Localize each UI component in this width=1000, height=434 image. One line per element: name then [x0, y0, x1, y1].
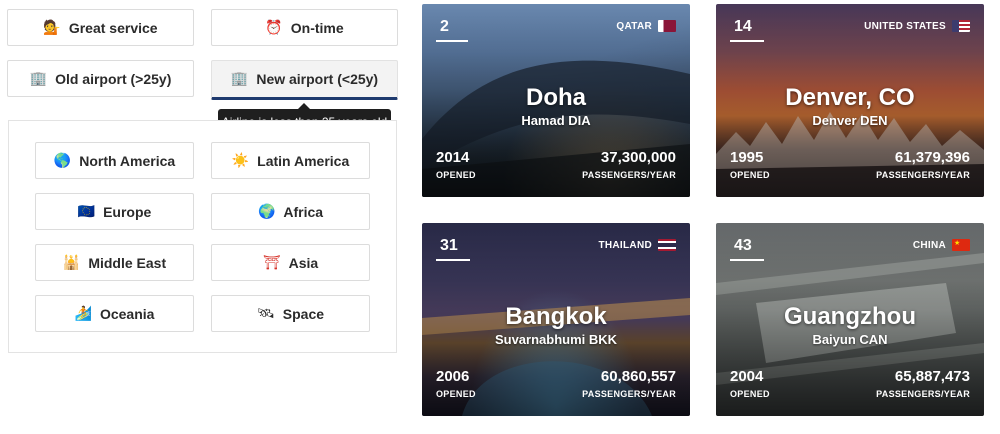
- globe-africa-icon: 🌍: [257, 203, 276, 220]
- building-icon: 🏢: [29, 70, 48, 87]
- building-icon: 🏢: [230, 71, 249, 87]
- passengers-label: PASSENGERS/YEAR: [582, 170, 676, 180]
- city-name: Guangzhou: [784, 303, 916, 330]
- opened-year: 2006: [436, 368, 470, 385]
- region-middle-east-button[interactable]: 🕌 Middle East: [35, 244, 194, 281]
- region-latin-america-button[interactable]: ☀️ Latin America: [211, 142, 370, 179]
- city-name: Denver, CO: [785, 84, 915, 111]
- passengers-value: 61,379,396: [894, 149, 970, 166]
- country-label: THAILAND: [598, 239, 676, 251]
- airport-name: Baiyun CAN: [812, 332, 888, 347]
- airport-name: Suvarnabhumi BKK: [494, 332, 618, 347]
- rank: 31: [436, 235, 470, 261]
- satellite-icon: 🛰: [256, 305, 275, 322]
- new-airport-label: New airport (<25y): [256, 71, 379, 87]
- torii-gate-icon: ⛩: [262, 254, 281, 271]
- surfer-icon: 🏄: [74, 305, 92, 322]
- region-oceania-button[interactable]: 🏄 Oceania: [35, 295, 194, 332]
- region-europe-button[interactable]: 🇪🇺 Europe: [35, 193, 194, 230]
- mosque-icon: 🕌: [62, 254, 81, 271]
- alarm-clock-icon: ⏰: [265, 19, 283, 36]
- on-time-label: On-time: [290, 19, 344, 36]
- airport-card-denver[interactable]: 14 UNITED STATES Denver, CO Denver DEN 1…: [716, 4, 984, 197]
- passengers-value: 37,300,000: [600, 149, 676, 166]
- region-label: Space: [282, 305, 325, 322]
- region-label: Asia: [288, 254, 319, 271]
- city-name: Doha: [526, 84, 586, 111]
- opened-year: 2004: [730, 368, 764, 385]
- region-north-america-button[interactable]: 🌎 North America: [35, 142, 194, 179]
- old-airport-button[interactable]: 🏢 Old airport (>25y): [7, 60, 194, 97]
- opened-label: OPENED: [730, 170, 770, 180]
- qatar-flag-icon: [658, 20, 676, 32]
- airport-name: Hamad DIA: [521, 113, 591, 128]
- region-label: Middle East: [88, 254, 167, 271]
- region-label: North America: [79, 152, 176, 169]
- great-service-button[interactable]: 💁 Great service: [7, 9, 194, 46]
- opened-year: 2014: [436, 149, 470, 166]
- eu-flag-icon: 🇪🇺: [77, 203, 96, 220]
- country-label: QATAR: [616, 20, 676, 32]
- new-airport-button[interactable]: 🏢 New airport (<25y): [211, 60, 398, 100]
- rank: 2: [436, 16, 468, 42]
- china-flag-icon: ★: [952, 239, 970, 251]
- airport-card-guangzhou[interactable]: 43 CHINA ★ Guangzhou Baiyun CAN 2004 OPE…: [716, 223, 984, 416]
- rank: 14: [730, 16, 764, 42]
- region-space-button[interactable]: 🛰 Space: [211, 295, 370, 332]
- city-name: Bangkok: [505, 303, 607, 330]
- region-label: Europe: [103, 203, 152, 220]
- passengers-label: PASSENGERS/YEAR: [582, 389, 676, 399]
- old-airport-label: Old airport (>25y): [55, 70, 172, 87]
- country-label: UNITED STATES: [864, 20, 970, 32]
- passengers-value: 65,887,473: [894, 368, 970, 385]
- region-africa-button[interactable]: 🌍 Africa: [211, 193, 370, 230]
- airport-name: Denver DEN: [812, 113, 888, 128]
- region-asia-button[interactable]: ⛩ Asia: [211, 244, 370, 281]
- thailand-flag-icon: [658, 239, 676, 251]
- passengers-value: 60,860,557: [600, 368, 676, 385]
- airport-card-bangkok[interactable]: 31 THAILAND Bangkok Suvarnabhumi BKK 200…: [422, 223, 690, 416]
- opened-label: OPENED: [436, 389, 476, 399]
- region-label: Oceania: [99, 305, 155, 322]
- great-service-label: Great service: [68, 19, 158, 36]
- globe-americas-icon: 🌎: [53, 152, 72, 169]
- opened-label: OPENED: [730, 389, 770, 399]
- region-label: Latin America: [257, 152, 350, 169]
- opened-label: OPENED: [436, 170, 476, 180]
- us-flag-icon: [952, 20, 970, 32]
- sun-icon: ☀️: [231, 152, 250, 169]
- passengers-label: PASSENGERS/YEAR: [876, 389, 970, 399]
- country-label: CHINA ★: [913, 239, 970, 251]
- rank: 43: [730, 235, 764, 261]
- opened-year: 1995: [730, 149, 764, 166]
- region-label: Africa: [283, 203, 324, 220]
- service-bell-person-icon: 💁: [43, 19, 61, 36]
- on-time-button[interactable]: ⏰ On-time: [211, 9, 398, 46]
- passengers-label: PASSENGERS/YEAR: [876, 170, 970, 180]
- airport-card-doha[interactable]: 2 QATAR Doha Hamad DIA 2014 OPENED 37,30…: [422, 4, 690, 197]
